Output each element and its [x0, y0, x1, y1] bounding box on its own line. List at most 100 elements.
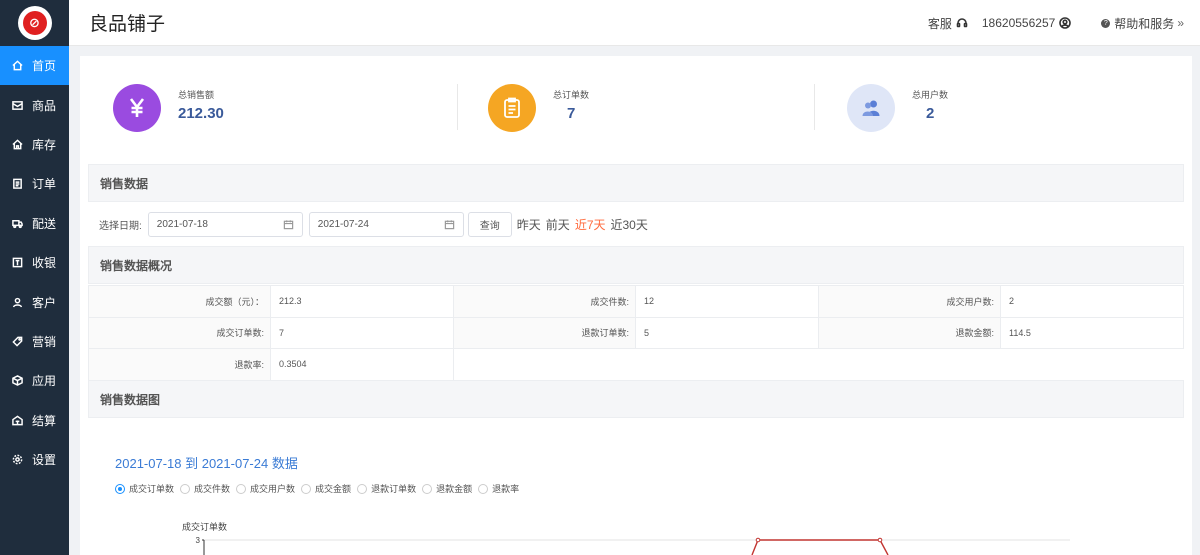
stat-label: 总订单数	[553, 90, 590, 100]
sidebar-item-label: 客户	[32, 295, 57, 310]
stat-total-sales: 总销售额 212.30	[113, 80, 224, 136]
gear-icon	[11, 454, 23, 466]
account-phone: 18620556257	[981, 16, 1056, 30]
sales-overview-header: 销售数据概况	[88, 246, 1184, 284]
chart-legend: 成交订单数 成交件数 成交用户数 成交金额 退款订单数 退款金额 退款率	[115, 482, 525, 495]
stat-total-users: 总用户数 2	[847, 80, 948, 136]
start-date-input[interactable]: 2021-07-18	[147, 211, 303, 237]
radio-icon	[478, 483, 489, 494]
legend-label: 退款订单数	[371, 484, 417, 494]
legend-label: 成交用户数	[250, 484, 296, 494]
query-button[interactable]: 查询	[467, 211, 512, 237]
sidebar-item-delivery[interactable]: 配送	[0, 204, 69, 243]
quick-last-30-days[interactable]: 近30天	[611, 216, 648, 233]
data-point[interactable]	[755, 537, 761, 543]
radio-icon	[301, 483, 312, 494]
chart-svg: 3	[196, 536, 1070, 555]
calendar-icon	[444, 219, 455, 229]
header-actions: 客服 18620556257 ? 帮助和服务 »	[918, 0, 1184, 46]
calendar-icon	[283, 219, 294, 229]
y-tick-label: 3	[196, 536, 201, 545]
account-menu[interactable]: 18620556257	[981, 16, 1072, 30]
sidebar-item-cashier[interactable]: 收银	[0, 243, 69, 282]
radio-icon	[422, 483, 433, 494]
sidebar-item-customers[interactable]: 客户	[0, 282, 69, 321]
empty-cell	[453, 348, 1184, 380]
legend-item[interactable]: 成交用户数	[236, 482, 295, 495]
shop-title: 良品铺子	[89, 14, 166, 35]
sidebar-item-label: 结算	[32, 413, 57, 428]
overview-key: 退款订单数:	[453, 316, 636, 349]
sales-line-chart: 成交订单数 3	[80, 511, 1192, 555]
overview-value: 212.3	[270, 285, 454, 318]
stat-value: 7	[567, 105, 576, 122]
radio-icon	[180, 483, 191, 494]
chart-title: 2021-07-18 到 2021-07-24 数据	[115, 456, 298, 471]
divider	[814, 84, 815, 130]
overview-key: 退款率:	[88, 348, 271, 381]
users-icon	[847, 84, 895, 132]
divider	[457, 84, 458, 130]
overview-key: 成交订单数:	[88, 316, 271, 349]
sidebar-item-label: 首页	[32, 59, 57, 74]
truck-icon	[11, 217, 23, 229]
legend-item[interactable]: 成交金额	[301, 482, 351, 495]
sidebar-item-marketing[interactable]: 营销	[0, 322, 69, 361]
yen-icon	[113, 84, 161, 132]
sidebar: ⊘ 首页 商品 库存 订单 配送 收银 客户 营销 应用 结算 设置	[0, 0, 69, 555]
sidebar-item-home[interactable]: 首页	[0, 46, 69, 86]
sidebar-item-stock[interactable]: 库存	[0, 125, 69, 164]
sidebar-item-apps[interactable]: 应用	[0, 361, 69, 400]
logo-area: ⊘	[0, 0, 69, 46]
settle-icon	[11, 414, 23, 426]
quick-last-7-days[interactable]: 近7天	[575, 216, 606, 233]
sales-overview-table: 成交额（元）： 212.3 成交件数: 12 成交用户数: 2 成交订单数: 7…	[88, 285, 1184, 381]
sidebar-item-label: 配送	[32, 216, 57, 231]
legend-item[interactable]: 成交订单数	[115, 482, 174, 495]
user-icon	[11, 296, 23, 308]
legend-label: 成交件数	[194, 484, 231, 494]
legend-item[interactable]: 退款金额	[422, 482, 472, 495]
cashier-icon	[11, 257, 23, 269]
sales-chart-header: 销售数据图	[88, 380, 1184, 418]
customer-service-link[interactable]: 客服	[928, 15, 968, 32]
sidebar-item-label: 应用	[32, 374, 57, 389]
table-row: 退款率: 0.3504	[88, 348, 1184, 381]
stat-label: 总销售额	[178, 90, 215, 100]
sidebar-item-settings[interactable]: 设置	[0, 440, 69, 479]
sidebar-item-goods[interactable]: 商品	[0, 85, 69, 124]
legend-label: 成交订单数	[129, 484, 175, 494]
goods-icon	[11, 99, 23, 111]
sidebar-item-settlement[interactable]: 结算	[0, 401, 69, 440]
legend-item[interactable]: 退款率	[478, 482, 519, 495]
overview-value: 7	[270, 316, 454, 349]
legend-label: 退款率	[492, 484, 520, 494]
customer-service-label: 客服	[927, 16, 952, 31]
legend-item[interactable]: 退款订单数	[357, 482, 416, 495]
sidebar-item-label: 商品	[32, 98, 57, 113]
overview-value: 114.5	[1000, 316, 1184, 349]
overview-value: 5	[635, 316, 819, 349]
stat-value: 2	[926, 105, 935, 122]
legend-label: 退款金额	[436, 484, 473, 494]
order-list-icon	[488, 84, 536, 132]
help-link[interactable]: ? 帮助和服务 »	[1101, 15, 1184, 32]
logo[interactable]: ⊘	[17, 6, 52, 40]
headset-icon	[956, 18, 968, 28]
sidebar-item-orders[interactable]: 订单	[0, 164, 69, 203]
start-date-value: 2021-07-18	[156, 218, 208, 230]
header: 良品铺子 客服 18620556257 ? 帮助和服务 »	[69, 0, 1200, 46]
date-filter-row: 选择日期: 2021-07-18 2021-07-24 查询 昨天 前天 近7天…	[88, 202, 1184, 246]
stat-label: 总用户数	[912, 90, 949, 100]
data-point[interactable]	[877, 537, 883, 543]
quick-yesterday[interactable]: 昨天	[517, 216, 541, 233]
legend-item[interactable]: 成交件数	[180, 482, 230, 495]
sidebar-item-label: 营销	[32, 334, 57, 349]
quick-day-before[interactable]: 前天	[546, 216, 570, 233]
overview-value: 2	[1000, 285, 1184, 318]
double-chevron-right-icon: »	[1177, 16, 1184, 30]
end-date-input[interactable]: 2021-07-24	[308, 211, 464, 237]
stock-icon	[11, 138, 23, 150]
main-content: 总销售额 212.30 总订单数 7 总用户数 2 销售数据 选择日期: 202…	[80, 56, 1192, 555]
overview-value: 12	[635, 285, 819, 318]
